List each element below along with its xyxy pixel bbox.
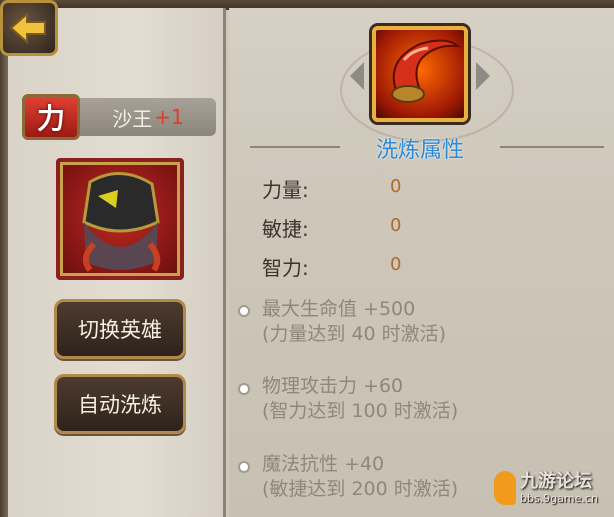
title-divider-right bbox=[500, 146, 604, 148]
attribute-icon: 力 bbox=[22, 94, 80, 140]
chevron-left-icon[interactable] bbox=[350, 62, 364, 90]
refine-title: 洗炼属性 bbox=[375, 138, 464, 163]
left-frame-edge bbox=[0, 0, 8, 517]
hero-badge: 力 沙王 +1 bbox=[22, 94, 216, 140]
hero-name: 沙王 bbox=[112, 106, 153, 131]
bonus-bullet bbox=[238, 461, 250, 473]
chevron-right-icon[interactable] bbox=[476, 62, 490, 90]
title-divider-left bbox=[250, 146, 340, 148]
hero-portrait[interactable] bbox=[56, 158, 184, 280]
hero-refine-level: +1 bbox=[154, 105, 184, 129]
bonus-condition-magic-resist: (敏捷达到 200 时激活) bbox=[262, 478, 459, 500]
switch-hero-label: 切换英雄 bbox=[78, 318, 162, 342]
auto-refine-button[interactable]: 自动洗炼 bbox=[54, 374, 186, 434]
stat-label-intelligence: 智力: bbox=[262, 256, 309, 280]
bonus-bullet bbox=[238, 305, 250, 317]
hero-portrait-art bbox=[82, 172, 161, 272]
switch-hero-button[interactable]: 切换英雄 bbox=[54, 299, 186, 359]
stat-value-intelligence: 0 bbox=[390, 254, 402, 275]
bonus-effect-magic-resist: 魔法抗性 +40 bbox=[262, 453, 385, 475]
horn-skill-icon bbox=[391, 39, 462, 103]
auto-refine-label: 自动洗炼 bbox=[78, 393, 162, 417]
stat-value-agility: 0 bbox=[390, 215, 402, 236]
bonus-effect-attack: 物理攻击力 +60 bbox=[262, 375, 404, 397]
site-logo-icon bbox=[494, 471, 516, 505]
stat-label-agility: 敏捷: bbox=[262, 217, 309, 241]
bonus-bullet bbox=[238, 383, 250, 395]
bonus-condition-hp: (力量达到 40 时激活) bbox=[262, 323, 447, 345]
site-watermark: 九游论坛 bbs.9game.cn bbox=[494, 467, 606, 511]
hero-name-box: 沙王 +1 bbox=[80, 98, 216, 136]
bonus-effect-hp: 最大生命值 +500 bbox=[262, 298, 416, 320]
back-arrow-icon bbox=[9, 11, 46, 45]
refine-item-slot[interactable] bbox=[372, 26, 468, 122]
stat-value-strength: 0 bbox=[390, 176, 402, 197]
watermark-url: bbs.9game.cn bbox=[520, 492, 598, 505]
watermark-title: 九游论坛 bbox=[520, 471, 592, 492]
bonus-condition-attack: (智力达到 100 时激活) bbox=[262, 400, 459, 422]
stat-label-strength: 力量: bbox=[262, 178, 309, 202]
back-button[interactable] bbox=[0, 0, 58, 56]
